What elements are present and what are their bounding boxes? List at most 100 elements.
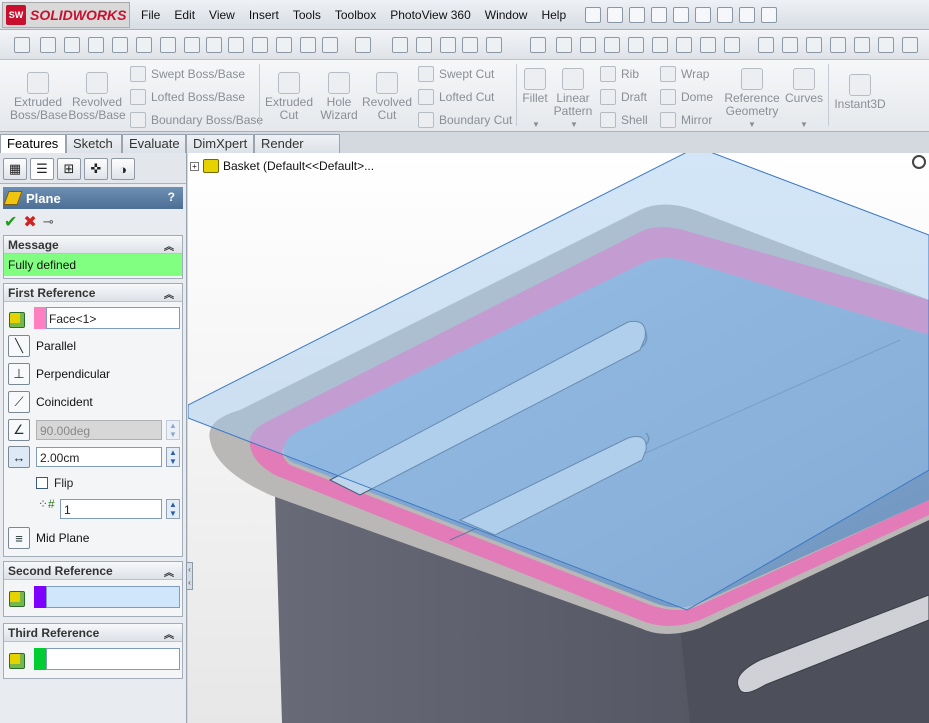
tab-features[interactable]: Features [0, 134, 66, 154]
tab-sketch[interactable]: Sketch [66, 134, 122, 153]
menu-view[interactable]: View [202, 8, 242, 22]
pattern-dropdown-icon[interactable]: ▼ [570, 120, 578, 129]
display-2-icon[interactable] [782, 37, 798, 53]
linear-pattern-button[interactable]: Linear Pattern [552, 68, 594, 118]
reference-dropdown-icon[interactable]: ▼ [748, 120, 756, 129]
dimxpert-manager-tab[interactable]: ✜ [84, 158, 108, 180]
rotate-icon[interactable] [486, 37, 502, 53]
display-manager-tab[interactable]: ◑ [111, 158, 135, 180]
menu-window[interactable]: Window [478, 8, 535, 22]
shell-button[interactable]: Shell [600, 111, 648, 129]
display-6-icon[interactable] [878, 37, 894, 53]
gauge-icon[interactable] [112, 37, 128, 53]
stack-icon[interactable] [462, 37, 478, 53]
flip-checkbox[interactable] [36, 477, 48, 489]
view-cube-2-icon[interactable] [556, 37, 572, 53]
view-cube-3-icon[interactable] [580, 37, 596, 53]
perpendicular-option[interactable]: ⊥ Perpendicular [8, 362, 110, 386]
angle-option[interactable]: ∠ [8, 418, 30, 442]
instances-input[interactable]: 1 [60, 499, 162, 519]
model-view[interactable] [188, 153, 929, 723]
third-reference-selection[interactable] [46, 648, 180, 670]
collapse-icon[interactable]: ︽ [164, 564, 174, 579]
curves-dropdown-icon[interactable]: ▼ [800, 120, 808, 129]
mirror-button[interactable]: Mirror [660, 111, 712, 129]
new-document-icon[interactable] [585, 7, 601, 23]
curves-button[interactable]: Curves [784, 68, 824, 105]
configuration-manager-tab[interactable]: ⊞ [57, 158, 81, 180]
fix-icon[interactable] [228, 37, 244, 53]
checkbox-tool-2-icon[interactable] [184, 37, 200, 53]
draft-button[interactable]: Draft [600, 88, 647, 106]
tree-root-label[interactable]: Basket (Default<<Default>... [223, 159, 374, 173]
file-properties-icon[interactable] [739, 7, 755, 23]
ok-check-icon[interactable]: ✔ [4, 212, 17, 232]
view-cube-5-icon[interactable] [628, 37, 644, 53]
parallel-option[interactable]: ╲ Parallel [8, 334, 76, 358]
pushpin-icon[interactable]: ⊸ [43, 214, 54, 230]
coincident-option[interactable]: ⟋ Coincident [8, 390, 93, 414]
arrows-icon[interactable] [276, 37, 292, 53]
dome-button[interactable]: Dome [660, 88, 713, 106]
view-cube-6-icon[interactable] [652, 37, 668, 53]
check-tool-icon[interactable] [322, 37, 338, 53]
display-5-icon[interactable] [854, 37, 870, 53]
pattern-tool-icon[interactable] [392, 37, 408, 53]
instant3d-button[interactable]: Instant3D [832, 74, 888, 111]
select-icon[interactable] [695, 7, 711, 23]
check-circle-icon[interactable] [440, 37, 456, 53]
view-cube-icon[interactable] [530, 37, 546, 53]
mid-plane-option[interactable]: ≡ Mid Plane [8, 526, 89, 550]
lofted-boss-button[interactable]: Lofted Boss/Base [130, 88, 245, 106]
view-cube-4-icon[interactable] [604, 37, 620, 53]
balance-icon[interactable] [64, 37, 80, 53]
view-tool-icon[interactable] [416, 37, 432, 53]
first-reference-header[interactable]: First Reference ︽ [4, 284, 182, 302]
repair-icon[interactable] [355, 37, 371, 53]
scale-icon[interactable] [300, 37, 316, 53]
panel-collapse-handle[interactable]: ‹ ‹ [186, 562, 193, 590]
section-3-icon[interactable] [724, 37, 740, 53]
expand-icon[interactable]: + [190, 161, 199, 171]
second-reference-selection[interactable] [46, 586, 180, 608]
display-4-icon[interactable] [830, 37, 846, 53]
undo-icon[interactable] [673, 7, 689, 23]
cancel-x-icon[interactable]: ✖ [23, 212, 36, 232]
sketch-tool-icon[interactable] [40, 37, 56, 53]
hole-wizard-button[interactable]: Hole Wizard [316, 72, 362, 122]
spell-check-icon[interactable] [14, 37, 30, 53]
section-icon[interactable] [676, 37, 692, 53]
collapse-icon[interactable]: ︽ [164, 238, 174, 253]
display-icon[interactable] [758, 37, 774, 53]
third-reference-header[interactable]: Third Reference ︽ [4, 624, 182, 642]
collapse-icon[interactable]: ︽ [164, 626, 174, 641]
wrap-button[interactable]: Wrap [660, 65, 709, 83]
first-reference-selection[interactable]: Face<1> [46, 307, 180, 329]
open-icon[interactable] [607, 7, 623, 23]
distance-spinner[interactable]: ▲ ▼ [166, 447, 180, 467]
help-icon[interactable]: ? [168, 190, 175, 204]
revolved-boss-button[interactable]: Revolved Boss/Base [68, 72, 126, 122]
menu-help[interactable]: Help [534, 8, 573, 22]
lofted-cut-button[interactable]: Lofted Cut [418, 88, 494, 106]
instances-spinner[interactable]: ▲ ▼ [166, 499, 180, 519]
extruded-boss-button[interactable]: Extruded Boss/Base [10, 72, 67, 122]
fillet-dropdown-icon[interactable]: ▼ [532, 120, 540, 129]
rebuild-icon[interactable] [717, 7, 733, 23]
menu-file[interactable]: File [134, 8, 167, 22]
options-icon[interactable] [761, 7, 777, 23]
boundary-cut-button[interactable]: Boundary Cut [418, 111, 512, 129]
display-3-icon[interactable] [806, 37, 822, 53]
revolved-cut-button[interactable]: Revolved Cut [362, 72, 412, 122]
tab-dimxpert[interactable]: DimXpert [186, 134, 254, 153]
solidworks-logo[interactable]: SW SOLIDWORKS [2, 2, 130, 28]
menu-insert[interactable]: Insert [242, 8, 286, 22]
save-icon[interactable] [629, 7, 645, 23]
hand-icon[interactable] [136, 37, 152, 53]
print-icon[interactable] [651, 7, 667, 23]
offset-distance-option[interactable]: ↔ [8, 445, 30, 469]
menu-toolbox[interactable]: Toolbox [328, 8, 383, 22]
feature-manager-tab[interactable]: ▦ [3, 158, 27, 180]
reference-geometry-button[interactable]: Reference Geometry [724, 68, 780, 118]
menu-edit[interactable]: Edit [167, 8, 202, 22]
